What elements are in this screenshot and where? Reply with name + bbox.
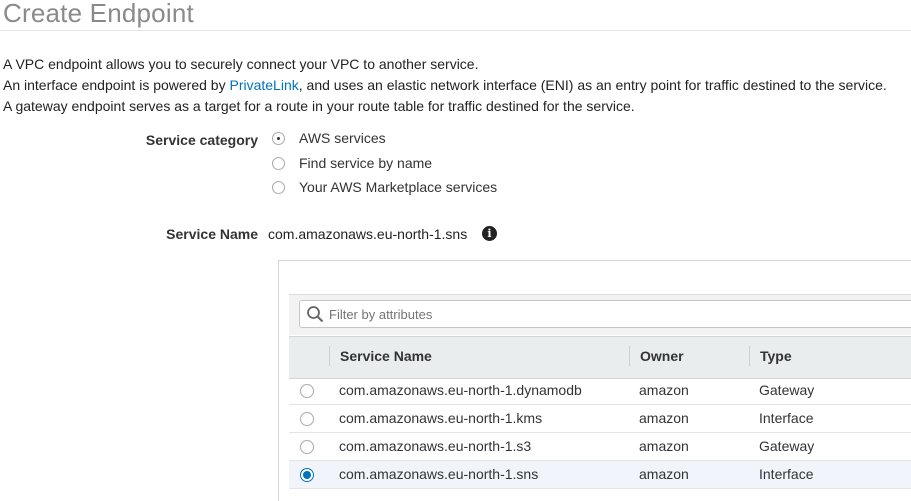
column-separator [329, 346, 330, 366]
privatelink-link[interactable]: PrivateLink [229, 77, 298, 93]
column-header-type[interactable]: Type [760, 348, 792, 364]
intro-line-1: A VPC endpoint allows you to securely co… [3, 56, 479, 72]
intro-text: A VPC endpoint allows you to securely co… [3, 54, 887, 117]
intro-line-2: An interface endpoint is powered by Priv… [3, 75, 887, 96]
cell-type: Interface [759, 466, 814, 482]
radio-label-find-by-name: Find service by name [299, 155, 433, 171]
table-row[interactable]: com.amazonaws.eu-north-1.dynamodb amazon… [289, 377, 911, 405]
table-row[interactable]: com.amazonaws.eu-north-1.s3 amazon Gatew… [289, 433, 911, 461]
column-separator [749, 346, 750, 366]
intro-line-2-post: , and uses an elastic network interface … [298, 77, 887, 93]
search-icon [307, 306, 324, 323]
cell-type: Gateway [759, 382, 815, 398]
row-radio[interactable] [300, 384, 314, 398]
service-category-option-marketplace[interactable]: Your AWS Marketplace services [272, 179, 497, 195]
column-separator [629, 346, 630, 366]
column-header-service-name[interactable]: Service Name [340, 348, 432, 364]
table-row-selected[interactable]: com.amazonaws.eu-north-1.sns amazon Inte… [289, 461, 911, 489]
cell-service-name: com.amazonaws.eu-north-1.kms [339, 410, 543, 426]
service-category-label: Service category [145, 132, 258, 148]
radio-aws-services[interactable] [272, 131, 285, 145]
intro-line-3: A gateway endpoint serves as a target fo… [3, 98, 635, 114]
row-radio[interactable] [300, 412, 314, 426]
cell-owner: amazon [639, 466, 689, 482]
service-category-option-find-by-name[interactable]: Find service by name [272, 155, 432, 171]
info-icon[interactable]: i [482, 226, 497, 241]
cell-owner: amazon [639, 438, 689, 454]
row-radio-selected[interactable] [300, 468, 314, 482]
row-radio[interactable] [300, 440, 314, 454]
table-row[interactable]: com.amazonaws.eu-north-1.kms amazon Inte… [289, 405, 911, 433]
radio-find-by-name[interactable] [272, 156, 285, 170]
cell-type: Interface [759, 410, 814, 426]
title-divider [0, 30, 911, 31]
cell-service-name: com.amazonaws.eu-north-1.s3 [339, 438, 532, 454]
cell-owner: amazon [639, 382, 689, 398]
service-name-label: Service Name [166, 226, 258, 242]
column-header-owner[interactable]: Owner [640, 348, 684, 364]
service-category-option-aws-services[interactable]: AWS services [272, 130, 386, 146]
intro-line-2-pre: An interface endpoint is powered by [3, 77, 230, 93]
service-name-value: com.amazonaws.eu-north-1.sns [268, 226, 468, 242]
cell-service-name: com.amazonaws.eu-north-1.sns [339, 466, 539, 482]
cell-type: Gateway [759, 438, 815, 454]
cell-service-name: com.amazonaws.eu-north-1.dynamodb [339, 382, 582, 398]
radio-label-marketplace: Your AWS Marketplace services [299, 179, 498, 195]
cell-owner: amazon [639, 410, 689, 426]
radio-marketplace[interactable] [272, 180, 285, 194]
filter-input[interactable] [299, 300, 911, 328]
radio-label-aws-services: AWS services [299, 130, 386, 146]
page-title: Create Endpoint [3, 0, 194, 28]
